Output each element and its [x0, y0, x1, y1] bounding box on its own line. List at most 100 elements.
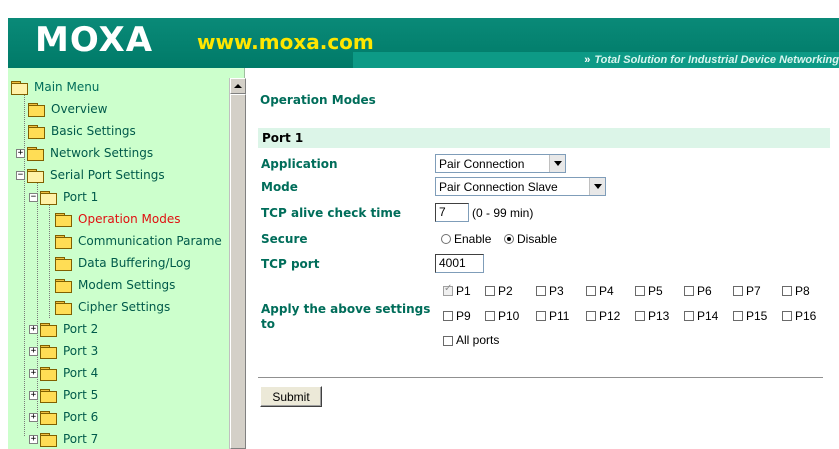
menu-main-menu[interactable]: Main Menu [10, 76, 99, 98]
folder-open-icon [26, 168, 44, 183]
port-p1-label: P1 [456, 284, 471, 298]
port-p11-checkbox[interactable] [536, 311, 546, 321]
port-p12-checkbox[interactable] [586, 311, 596, 321]
menu-label: Port 4 [63, 366, 99, 380]
port-p2-checkbox[interactable] [485, 286, 495, 296]
menu-item-cipher-settings[interactable]: Cipher Settings [54, 296, 170, 318]
folder-icon [39, 344, 57, 359]
moxa-logo: MOXA [35, 20, 154, 60]
port-p6-label: P6 [697, 284, 712, 298]
port-p10-checkbox[interactable] [485, 311, 495, 321]
menu-item-port-1[interactable]: − Port 1 [29, 186, 98, 208]
folder-icon [27, 124, 45, 139]
menu-item-port-2[interactable]: + Port 2 [29, 318, 98, 340]
dropdown-arrow-icon[interactable] [589, 178, 605, 195]
port-p7-checkbox[interactable] [733, 286, 743, 296]
application-label: Application [261, 157, 338, 171]
tcp-port-input[interactable]: 4001 [435, 254, 484, 273]
divider [258, 377, 823, 379]
port-p16-checkbox[interactable] [782, 311, 792, 321]
menu-scrollbar[interactable] [229, 78, 246, 449]
scroll-up-button[interactable] [230, 78, 246, 94]
collapse-icon[interactable]: − [16, 170, 25, 180]
menu-item-port-3[interactable]: + Port 3 [29, 340, 98, 362]
application-selected: Pair Connection [439, 156, 525, 171]
port-p3-label: P3 [549, 284, 564, 298]
menu-item-data-buffering[interactable]: Data Buffering/Log [54, 252, 191, 274]
expand-icon[interactable]: + [29, 346, 38, 356]
port-p8-label: P8 [795, 284, 810, 298]
menu-item-network-settings[interactable]: + Network Settings [16, 142, 153, 164]
folder-icon [26, 146, 44, 161]
folder-icon [54, 212, 72, 227]
folder-icon [39, 388, 57, 403]
expand-icon[interactable]: + [29, 390, 38, 400]
port-p15-checkbox[interactable] [733, 311, 743, 321]
section-header: Port 1 [258, 128, 830, 148]
port-p4-checkbox[interactable] [586, 286, 596, 296]
port-p8-checkbox[interactable] [782, 286, 792, 296]
menu-label: Port 5 [63, 388, 99, 402]
menu-label: Overview [51, 102, 108, 116]
secure-enable-radio[interactable] [441, 234, 451, 244]
mode-label: Mode [261, 180, 298, 194]
moxa-url: www.moxa.com [197, 30, 374, 54]
port-p3-checkbox[interactable] [536, 286, 546, 296]
menu-label: Cipher Settings [78, 300, 171, 314]
secure-enable-label: Enable [454, 232, 492, 246]
port-p6-checkbox[interactable] [684, 286, 694, 296]
port-p12-label: P12 [599, 309, 621, 323]
port-p5-checkbox[interactable] [635, 286, 645, 296]
port-p13-checkbox[interactable] [635, 311, 645, 321]
collapse-icon[interactable]: − [29, 192, 38, 202]
tree-line [49, 202, 50, 318]
chevron-icon: » [584, 54, 591, 66]
menu-item-overview[interactable]: Overview [27, 98, 108, 120]
dropdown-arrow-icon[interactable] [549, 155, 565, 172]
section-title: Port 1 [262, 131, 304, 145]
port-p7-label: P7 [746, 284, 761, 298]
port-p14-checkbox[interactable] [684, 311, 694, 321]
menu-item-communication-parameters[interactable]: Communication Parame [54, 230, 222, 252]
menu-item-operation-modes[interactable]: Operation Modes [54, 208, 180, 230]
main-content: Operation Modes Port 1 Application Pair … [246, 68, 839, 449]
port-p11-label: P11 [549, 309, 570, 323]
submit-button[interactable]: Submit [260, 386, 322, 407]
all-ports-label: All ports [456, 333, 500, 347]
menu-item-port-5[interactable]: + Port 5 [29, 384, 98, 406]
port-p9-label: P9 [456, 309, 471, 323]
menu-label: Port 2 [63, 322, 99, 336]
expand-icon[interactable]: + [29, 434, 38, 444]
expand-icon[interactable]: + [29, 368, 38, 378]
menu-item-serial-port-settings[interactable]: − Serial Port Settings [16, 164, 165, 186]
port-p14-label: P14 [697, 309, 719, 323]
expand-icon[interactable]: + [29, 412, 38, 422]
scroll-thumb[interactable] [230, 94, 246, 449]
port-p4-label: P4 [599, 284, 614, 298]
menu-item-basic-settings[interactable]: Basic Settings [27, 120, 136, 142]
port-p15-label: P15 [746, 309, 768, 323]
menu-label: Basic Settings [51, 124, 136, 138]
tagline-text: Total Solution for Industrial Device Net… [594, 54, 839, 66]
menu-label: Port 1 [63, 190, 99, 204]
folder-icon [54, 300, 72, 315]
menu-item-port-6[interactable]: + Port 6 [29, 406, 98, 428]
secure-disable-radio[interactable] [504, 234, 514, 244]
menu-label: Modem Settings [78, 278, 176, 292]
application-select[interactable]: Pair Connection [435, 154, 566, 173]
page-title: Operation Modes [260, 93, 376, 107]
folder-icon [39, 432, 57, 447]
menu-item-modem-settings[interactable]: Modem Settings [54, 274, 175, 296]
expand-icon[interactable]: + [29, 324, 38, 334]
port-p9-checkbox[interactable] [443, 311, 453, 321]
secure-disable-label: Disable [517, 232, 558, 246]
port-p5-label: P5 [648, 284, 663, 298]
menu-item-port-4[interactable]: + Port 4 [29, 362, 98, 384]
menu-label: Data Buffering/Log [78, 256, 191, 270]
expand-icon[interactable]: + [16, 148, 25, 158]
menu-label: Operation Modes [78, 212, 181, 226]
all-ports-checkbox[interactable] [443, 336, 453, 346]
menu-item-port-7[interactable]: + Port 7 [29, 428, 98, 449]
mode-select[interactable]: Pair Connection Slave [435, 177, 606, 196]
tcp-alive-input[interactable]: 7 [435, 203, 469, 222]
